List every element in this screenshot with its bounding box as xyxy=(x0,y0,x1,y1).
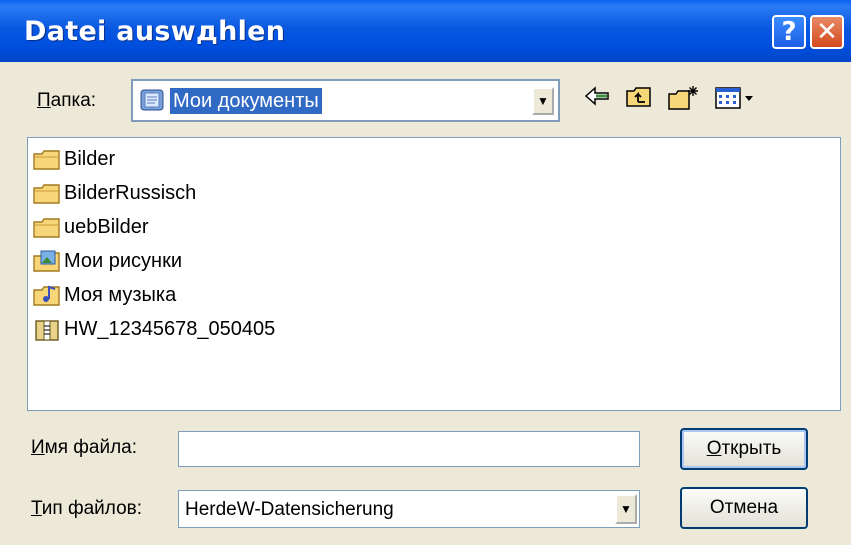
filetype-dropdown-button[interactable]: ▼ xyxy=(615,494,637,524)
up-folder-icon xyxy=(626,87,651,107)
list-item[interactable]: Моя музыка xyxy=(32,280,176,310)
list-item[interactable]: HW_12345678_050405 xyxy=(32,314,275,344)
music-folder-icon xyxy=(33,285,60,306)
new-folder-button[interactable] xyxy=(666,84,700,114)
view-menu-button[interactable] xyxy=(712,84,762,114)
filename-label: Имя файла: xyxy=(31,437,138,458)
help-button[interactable]: ? xyxy=(772,15,806,49)
close-button[interactable]: ✕ xyxy=(810,15,844,49)
pictures-folder-icon xyxy=(33,250,60,272)
list-item[interactable]: BilderRussisch xyxy=(32,178,196,208)
title-bar[interactable]: Datei auswдhlen ? ✕ xyxy=(0,0,851,62)
filetype-select[interactable]: HerdeW-Datensicherung ▼ xyxy=(178,490,640,528)
cancel-button[interactable]: Отмена xyxy=(680,487,808,529)
chevron-down-icon: ▼ xyxy=(537,94,549,108)
list-item[interactable]: Bilder xyxy=(32,144,115,174)
view-menu-icon xyxy=(715,87,753,109)
folder-icon xyxy=(33,150,60,170)
folder-icon xyxy=(33,184,60,204)
window-title: Datei auswдhlen xyxy=(24,16,286,47)
archive-icon xyxy=(35,320,59,341)
back-arrow-icon xyxy=(584,86,609,106)
folder-dropdown-button[interactable]: ▼ xyxy=(532,87,554,115)
folder-icon xyxy=(33,218,60,238)
back-button[interactable] xyxy=(580,84,614,114)
filetype-label: Тип файлов: xyxy=(31,498,143,519)
file-dialog: Datei auswдhlen ? ✕ Папка: Мои документы… xyxy=(0,0,851,545)
folder-label: Папка: xyxy=(37,90,97,111)
folder-selected-text: Мои документы xyxy=(169,87,323,115)
my-documents-icon xyxy=(140,89,164,111)
filename-input[interactable] xyxy=(178,431,640,467)
chevron-down-icon: ▼ xyxy=(620,502,632,516)
folder-combo[interactable]: Мои документы xyxy=(131,79,560,122)
open-button[interactable]: Открыть xyxy=(680,428,808,470)
up-folder-button[interactable] xyxy=(622,84,656,114)
list-item[interactable]: uebBilder xyxy=(32,212,149,242)
file-list[interactable]: Bilder BilderRussisch uebBilder Мои рису… xyxy=(27,137,841,411)
list-item[interactable]: Мои рисунки xyxy=(32,246,182,276)
new-folder-icon xyxy=(668,86,698,110)
